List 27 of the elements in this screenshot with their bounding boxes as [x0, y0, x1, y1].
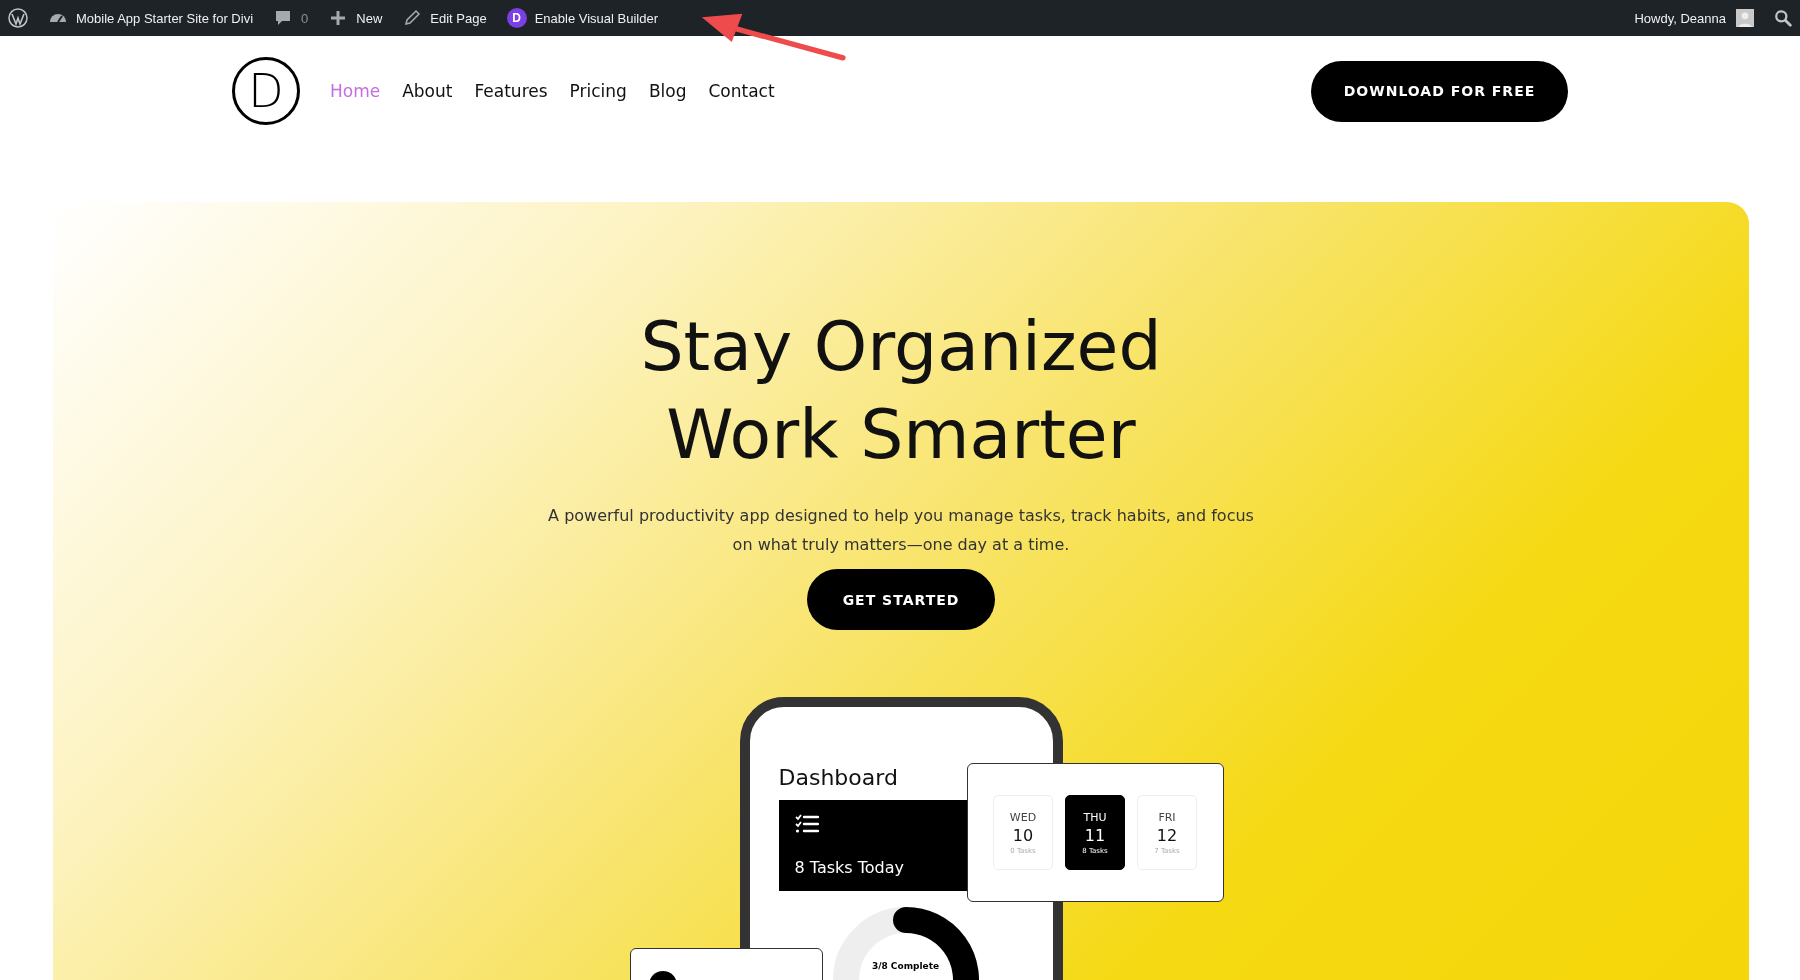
progress-label: 3/8 Complete	[870, 961, 941, 971]
tasks-count: 8 Tasks Today	[794, 858, 905, 877]
user-greeting[interactable]: Howdy, Deanna	[1634, 10, 1726, 26]
date-number: 11	[1084, 825, 1106, 845]
nav-link[interactable]: Pricing	[569, 81, 627, 101]
new-menu-item[interactable]: New	[328, 8, 383, 28]
nav-link[interactable]: About	[402, 81, 453, 101]
hero-heading: Stay Organized	[640, 306, 1162, 388]
edit-menu-item[interactable]: Edit Page	[402, 8, 487, 28]
get-started-button[interactable]: GET STARTED	[807, 569, 995, 630]
download-button[interactable]: DOWNLOAD FOR FREE	[1311, 60, 1568, 122]
weekday-label: FRI	[1158, 810, 1176, 824]
nav-link[interactable]: Contact	[708, 81, 775, 101]
divi-menu-item[interactable]: D Enable Visual Builder	[506, 8, 658, 28]
weekday-label: THU	[1083, 810, 1107, 824]
nav-link[interactable]: Features	[474, 81, 548, 101]
comments-menu-item[interactable]: 0	[273, 8, 309, 28]
date-number: 12	[1156, 825, 1178, 845]
divi-logo-icon: D	[506, 8, 527, 28]
site-menu-item[interactable]: Mobile App Starter Site for Divi	[48, 8, 254, 28]
site-logo[interactable]: D	[232, 57, 300, 125]
dashboard-title: Dashboard	[778, 765, 899, 790]
weekday-label: WED	[1009, 810, 1037, 824]
date-number: 10	[1012, 825, 1034, 845]
hero-description: A powerful productivity app designed to help you manage tasks, track habits, and focus on what truly matters—one day at a time.	[547, 505, 1255, 556]
nav-link[interactable]: Blog	[648, 81, 687, 101]
hero-heading: Work Smarter	[666, 394, 1136, 476]
